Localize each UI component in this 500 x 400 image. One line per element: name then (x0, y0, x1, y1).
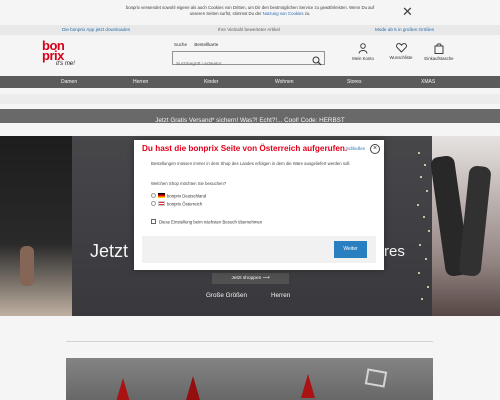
germany-flag-icon (158, 193, 165, 199)
option-label: bonprix Deutschland (167, 193, 207, 199)
remember-setting-checkbox[interactable]: Diese Einstellung beim nächsten Besuch ü… (151, 219, 263, 225)
checkbox[interactable] (151, 219, 156, 225)
shop-option-deutschland[interactable]: bonprix Deutschland (151, 193, 206, 200)
radio-button[interactable] (151, 201, 156, 207)
radio-button[interactable] (151, 193, 156, 199)
modal-close-link[interactable]: Schließen (346, 146, 365, 151)
country-shop-modal: Du hast die bonprix Seite von Österreich… (134, 140, 384, 270)
modal-title: Du hast die bonprix Seite von Österreich… (142, 144, 348, 153)
checkbox-label: Diese Einstellung beim nächsten Besuch ü… (159, 219, 263, 225)
modal-question: Welchen Shop möchten Sie besuchen? (151, 181, 227, 186)
shop-option-oesterreich[interactable]: bonprix Österreich (151, 201, 202, 208)
austria-flag-icon (158, 201, 165, 207)
close-icon[interactable]: × (370, 144, 380, 154)
modal-description: Bestellungen müssen immer in dem Shop de… (151, 161, 351, 166)
continue-button[interactable]: Weiter (334, 241, 367, 258)
modal-footer: Weiter (142, 236, 376, 263)
option-label: bonprix Österreich (167, 201, 203, 207)
